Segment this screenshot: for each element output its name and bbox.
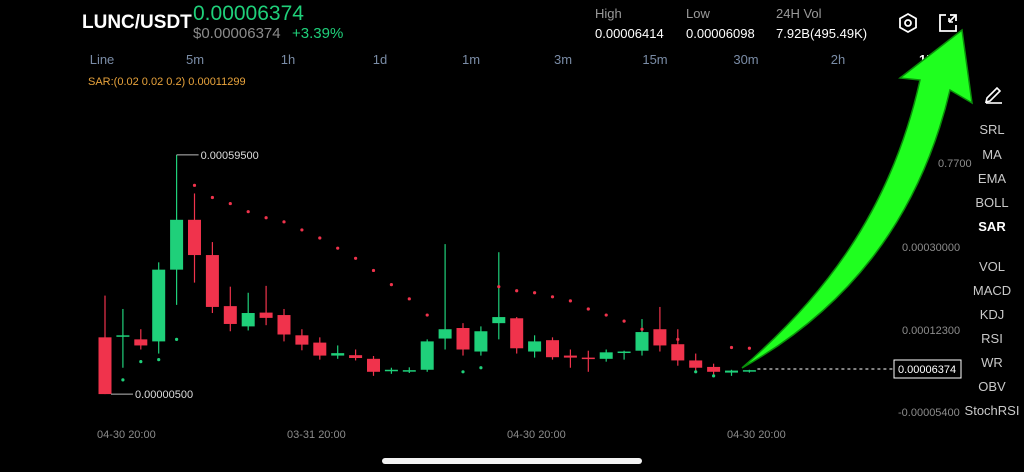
candle-body [528, 341, 542, 352]
candle-body [546, 340, 559, 358]
candle-body [349, 355, 363, 359]
sar-dot [515, 289, 519, 293]
sar-dot [175, 337, 179, 341]
sar-dot [318, 236, 322, 240]
time-axis-label: 03-31 20:00 [287, 429, 346, 441]
sar-dot [282, 220, 286, 224]
candle-body [635, 332, 649, 351]
price-axis-label: 0.00030000 [902, 242, 960, 254]
indicator-boll[interactable]: BOLL [960, 195, 1024, 210]
candle-body [98, 337, 112, 395]
candle-body [116, 335, 130, 337]
sar-dot [192, 183, 197, 187]
sar-dot [407, 297, 411, 301]
candle-body [742, 370, 756, 372]
indicator-srl[interactable]: SRL [960, 122, 1024, 137]
current-price-tag: 0.00006374 [898, 364, 956, 376]
candle-body [277, 315, 291, 335]
sar-dot [157, 358, 161, 362]
candle-body [671, 344, 685, 361]
sar-dot [121, 378, 125, 382]
candle-body [367, 358, 380, 372]
sar-dot [747, 346, 752, 350]
candle-body [653, 329, 667, 346]
candle-body [188, 219, 201, 256]
candle-body [259, 312, 273, 318]
indicator-sar[interactable]: SAR [960, 219, 1024, 234]
sar-dot [371, 268, 376, 273]
candle-body [707, 366, 721, 372]
sar-dot [443, 329, 447, 333]
candle-body [581, 357, 595, 360]
sar-dot [604, 313, 608, 317]
indicator-macd[interactable]: MACD [960, 283, 1024, 298]
sar-dot [139, 360, 143, 364]
sar-dot [586, 307, 590, 311]
candle-body [492, 317, 506, 324]
indicator-ema[interactable]: EMA [960, 171, 1024, 186]
time-axis-label: 04-30 20:00 [507, 429, 566, 441]
sar-dot [533, 291, 537, 295]
candle-body [456, 328, 470, 350]
sar-dot [210, 195, 214, 200]
candle-body [510, 318, 524, 349]
sar-dot [461, 370, 465, 374]
candle-body [170, 219, 184, 270]
time-axis-label: 04-30 20:00 [727, 429, 786, 441]
sar-dot [497, 285, 501, 289]
indicator-stochrsi[interactable]: StochRSI [960, 403, 1024, 418]
candle-body [205, 255, 219, 307]
sar-dot [300, 228, 304, 232]
sar-dot [336, 246, 340, 250]
candle-body [420, 341, 434, 370]
candle-body [241, 313, 255, 327]
candle-body [725, 370, 738, 373]
sar-dot [389, 283, 393, 287]
indicator-kdj[interactable]: KDJ [960, 307, 1024, 322]
sar-dot [676, 337, 680, 341]
indicator-rsi[interactable]: RSI [960, 331, 1024, 346]
price-axis-label: -0.00005400 [898, 407, 960, 419]
candle-body [313, 342, 327, 356]
candle-body [617, 351, 631, 354]
candle-body [563, 355, 577, 358]
home-indicator[interactable] [382, 458, 642, 464]
sar-dot [354, 256, 358, 260]
time-axis-label: 04-30 20:00 [97, 429, 156, 441]
pencil-draw-icon[interactable] [982, 82, 1006, 104]
sar-dot [640, 327, 644, 331]
sar-dot [228, 201, 232, 206]
sar-dot [425, 313, 429, 317]
green-arrow-overlay [741, 28, 973, 369]
indicator-vol[interactable]: VOL [960, 259, 1024, 274]
sar-dot [264, 216, 268, 220]
sar-dot [568, 299, 573, 303]
sar-dot [712, 374, 716, 378]
sar-dot [658, 333, 662, 337]
sar-dot [729, 345, 734, 350]
candle-body [134, 339, 148, 346]
indicator-obv[interactable]: OBV [960, 379, 1024, 394]
indicator-ma[interactable]: MA [960, 147, 1024, 162]
sar-dot [550, 295, 555, 299]
candle-body [474, 331, 488, 352]
candle-body [152, 269, 166, 342]
candle-body [384, 369, 398, 372]
candle-body [402, 370, 416, 372]
candlestick-chart[interactable]: 0.000595000.000005000.77000.000300000.00… [0, 0, 1024, 472]
price-axis-label: 0.00012300 [902, 325, 960, 337]
sar-dot [622, 319, 626, 323]
indicator-wr[interactable]: WR [960, 355, 1024, 370]
candle-body [689, 360, 703, 368]
sar-dot [246, 210, 250, 214]
candle-body [223, 306, 237, 324]
max-annotation-label: 0.00059500 [201, 150, 259, 162]
sar-dot [479, 366, 483, 370]
candle-body [295, 335, 309, 345]
min-annotation-label: 0.00000500 [135, 389, 193, 401]
sar-dot [694, 370, 698, 374]
candle-body [331, 353, 345, 356]
candle-body [599, 352, 613, 359]
